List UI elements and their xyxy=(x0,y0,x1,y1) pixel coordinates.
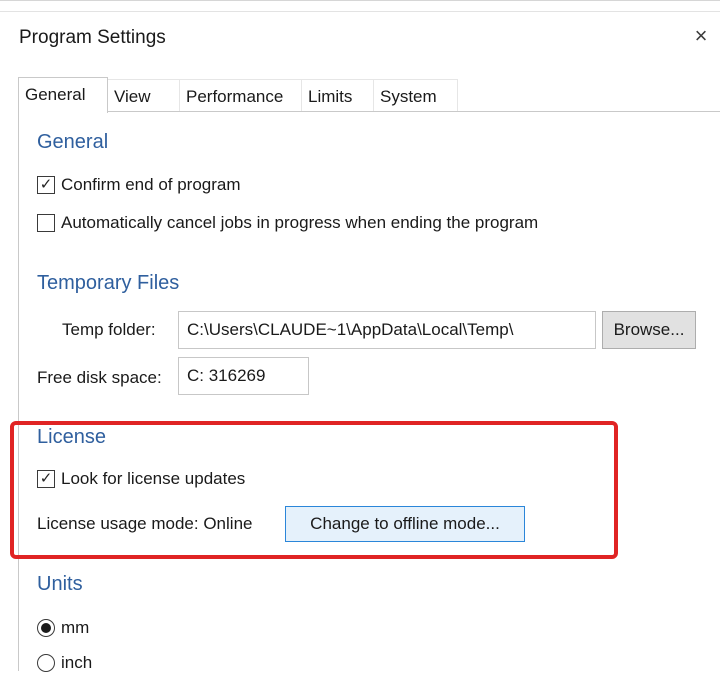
unit-option-inch[interactable]: inch xyxy=(37,653,92,673)
unit-option-mm[interactable]: mm xyxy=(37,618,89,638)
mm-radio[interactable] xyxy=(37,619,55,637)
tab-limits[interactable]: Limits xyxy=(302,79,374,111)
tab-performance[interactable]: Performance xyxy=(180,79,302,111)
dialog-title: Program Settings xyxy=(19,27,166,48)
license-heading: License xyxy=(37,426,106,448)
tab-view[interactable]: View xyxy=(108,79,180,111)
look-for-updates-label: Look for license updates xyxy=(61,469,246,488)
free-disk-label: Free disk space: xyxy=(37,368,162,387)
change-to-offline-button[interactable]: Change to offline mode... xyxy=(285,506,525,542)
close-icon[interactable]: × xyxy=(686,21,716,51)
general-tab-panel xyxy=(18,111,720,671)
confirm-end-row[interactable]: ✓ Confirm end of program xyxy=(37,175,241,195)
auto-cancel-label: Automatically cancel jobs in progress wh… xyxy=(61,213,539,232)
auto-cancel-checkbox[interactable] xyxy=(37,214,55,232)
confirm-end-checkbox[interactable]: ✓ xyxy=(37,176,55,194)
program-settings-dialog: Program Settings × General View Performa… xyxy=(0,0,720,672)
inch-radio[interactable] xyxy=(37,654,55,672)
look-for-updates-row[interactable]: ✓ Look for license updates xyxy=(37,469,245,489)
general-heading: General xyxy=(37,131,109,153)
temp-folder-field[interactable]: C:\Users\CLAUDE~1\AppData\Local\Temp\ xyxy=(178,311,596,349)
tab-general[interactable]: General xyxy=(18,77,108,113)
auto-cancel-row[interactable]: Automatically cancel jobs in progress wh… xyxy=(37,213,538,233)
temporary-files-heading: Temporary Files xyxy=(37,272,180,294)
units-heading: Units xyxy=(37,573,83,595)
free-disk-field: C: 316269 xyxy=(178,357,309,395)
temp-folder-label: Temp folder: xyxy=(62,320,156,339)
tab-system[interactable]: System xyxy=(374,79,458,111)
look-for-updates-checkbox[interactable]: ✓ xyxy=(37,470,55,488)
browse-button[interactable]: Browse... xyxy=(602,311,696,349)
tab-strip: General View Performance Limits System xyxy=(18,77,718,113)
confirm-end-label: Confirm end of program xyxy=(61,175,241,194)
mm-label: mm xyxy=(61,618,90,637)
inch-label: inch xyxy=(61,653,93,672)
window-top-edge xyxy=(0,1,720,12)
license-usage-mode-text: License usage mode: Online xyxy=(37,514,253,533)
